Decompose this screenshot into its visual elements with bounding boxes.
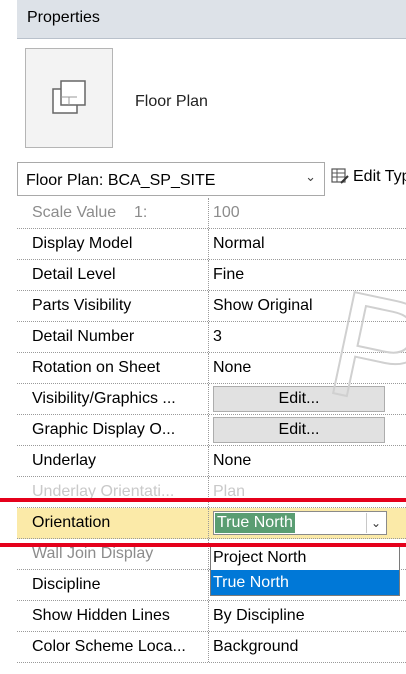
property-value: True North ⌄ bbox=[213, 508, 406, 538]
highlight-top-line bbox=[0, 498, 406, 502]
property-value[interactable]: Plan bbox=[213, 477, 406, 507]
orientation-dropdown-list: Project North True North bbox=[210, 544, 400, 596]
properties-title-bar: Properties bbox=[17, 0, 406, 39]
edit-type-icon bbox=[331, 168, 349, 184]
property-row-scale-value: Scale Value 1: 100 bbox=[17, 198, 406, 229]
property-label: Detail Number bbox=[17, 322, 209, 352]
chevron-down-icon: ⌄ bbox=[305, 169, 316, 184]
property-label: Visibility/Graphics ... bbox=[17, 384, 209, 414]
property-label: Detail Level bbox=[17, 260, 209, 290]
type-selector-value: Floor Plan: BCA_SP_SITE bbox=[26, 172, 216, 189]
property-label: Show Hidden Lines bbox=[17, 601, 209, 631]
watermark-letter: P bbox=[330, 284, 406, 424]
property-row-show-hidden-lines[interactable]: Show Hidden Lines By Discipline bbox=[17, 601, 406, 632]
type-name: Floor Plan bbox=[135, 93, 208, 110]
property-label: Underlay Orientati... bbox=[17, 477, 209, 507]
dropdown-option-project-north[interactable]: Project North bbox=[211, 545, 399, 570]
orientation-selected-text: True North bbox=[215, 513, 295, 533]
watermark-text: P bbox=[330, 284, 406, 424]
edit-type-label: Edit Typ bbox=[353, 168, 406, 185]
property-row-color-scheme-location[interactable]: Color Scheme Loca... Background bbox=[17, 632, 406, 663]
property-label: Rotation on Sheet bbox=[17, 353, 209, 383]
orientation-select[interactable]: True North ⌄ bbox=[213, 511, 387, 535]
property-label: Color Scheme Loca... bbox=[17, 632, 209, 662]
property-value[interactable]: By Discipline bbox=[213, 601, 406, 631]
property-value[interactable]: None bbox=[213, 446, 406, 476]
property-label: Parts Visibility bbox=[17, 291, 209, 321]
property-row-display-model[interactable]: Display Model Normal bbox=[17, 229, 406, 260]
highlight-bottom-line bbox=[0, 543, 406, 547]
property-label: Discipline bbox=[17, 570, 209, 600]
property-value[interactable]: Background bbox=[213, 632, 406, 662]
property-label: Graphic Display O... bbox=[17, 415, 209, 445]
type-selector-dropdown[interactable]: Floor Plan: BCA_SP_SITE ⌄ bbox=[17, 162, 325, 196]
property-row-underlay-orientation[interactable]: Underlay Orientati... Plan bbox=[17, 477, 406, 508]
dropdown-option-true-north[interactable]: True North bbox=[211, 570, 399, 595]
property-label: Scale Value 1: bbox=[17, 198, 209, 228]
floor-plan-icon bbox=[52, 80, 86, 114]
type-thumbnail bbox=[25, 48, 113, 148]
type-selector-row: Floor Plan: BCA_SP_SITE ⌄ Edit Typ bbox=[17, 162, 406, 196]
property-label: Underlay bbox=[17, 446, 209, 476]
panel-title: Properties bbox=[27, 9, 100, 26]
property-value[interactable]: Normal bbox=[213, 229, 406, 259]
property-value: 100 bbox=[213, 204, 240, 221]
property-label: Display Model bbox=[17, 229, 209, 259]
property-row-orientation[interactable]: Orientation True North ⌄ bbox=[17, 508, 406, 539]
property-label: Orientation bbox=[17, 508, 209, 538]
edit-type-button[interactable]: Edit Typ bbox=[331, 168, 406, 186]
type-preview: Floor Plan bbox=[17, 39, 406, 159]
chevron-down-icon[interactable]: ⌄ bbox=[366, 513, 385, 533]
property-row-underlay[interactable]: Underlay None bbox=[17, 446, 406, 477]
